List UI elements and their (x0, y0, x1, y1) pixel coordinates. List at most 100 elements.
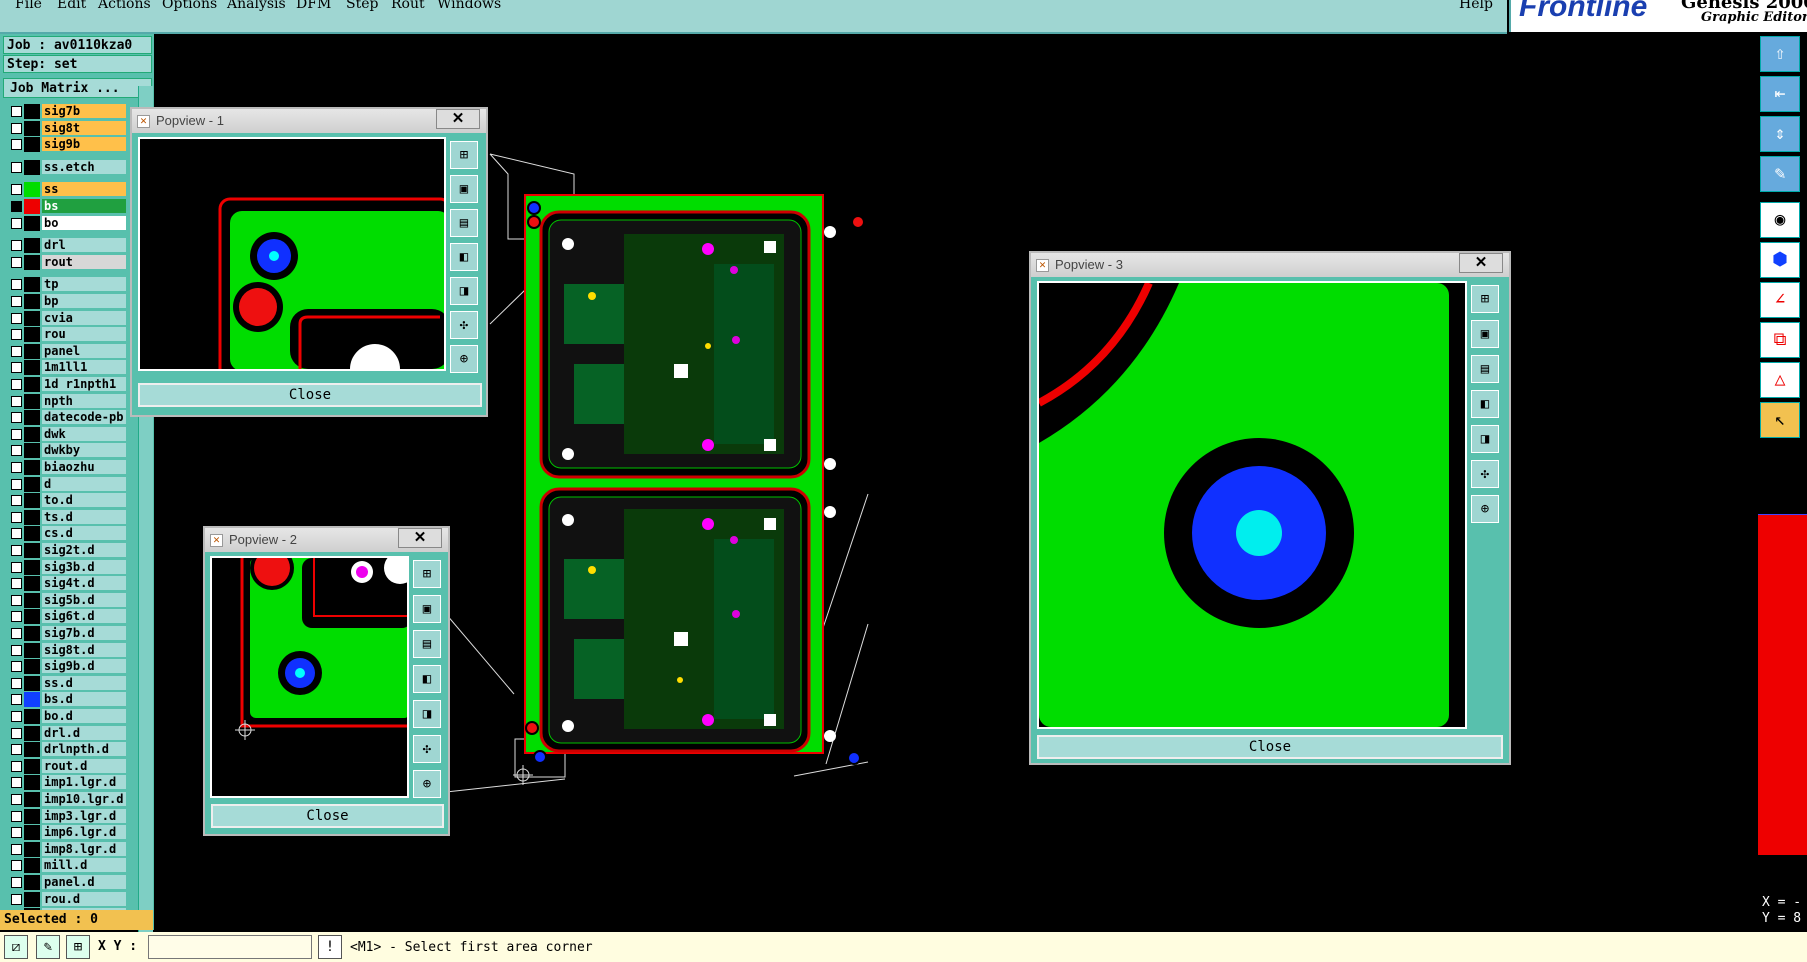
layer-checkbox[interactable] (11, 256, 22, 268)
import-icon[interactable]: ⇤ (1760, 76, 1800, 112)
layer-checkbox[interactable] (11, 594, 22, 606)
layer-checkbox[interactable] (11, 279, 22, 291)
layer-row[interactable]: bp (6, 294, 126, 309)
layer-color-swatch[interactable] (24, 393, 40, 409)
job-matrix-button[interactable]: Job Matrix ... (3, 78, 152, 98)
layer-name[interactable]: 1m1ll1 (42, 360, 126, 375)
layer-color-swatch[interactable] (24, 725, 40, 741)
layer-color-swatch[interactable] (24, 509, 40, 525)
layer-color-swatch[interactable] (24, 460, 40, 475)
zoom-in-icon[interactable]: ▣ (1471, 320, 1499, 348)
layer-checkbox[interactable] (11, 545, 22, 556)
layer-checkbox[interactable] (11, 217, 22, 229)
layer-color-swatch[interactable] (24, 277, 40, 293)
zoom-out-icon[interactable]: ▤ (413, 630, 441, 658)
layer-row[interactable]: cs.d (6, 526, 126, 542)
popview-1-close-icon[interactable]: ✕ (436, 109, 480, 129)
layer-checkbox[interactable] (11, 428, 22, 440)
layer-row[interactable]: sig4t.d (6, 576, 126, 592)
layer-checkbox[interactable] (11, 445, 22, 457)
layer-checkbox[interactable] (11, 893, 22, 905)
line-icon[interactable]: ∠ (1760, 282, 1800, 318)
popview-3-close-icon[interactable]: ✕ (1459, 253, 1503, 273)
fit-icon[interactable]: ✣ (1471, 460, 1499, 488)
zoom-out-icon[interactable]: ▤ (450, 209, 478, 237)
layer-checkbox[interactable] (11, 184, 22, 196)
layer-name[interactable]: ss.d (42, 675, 126, 690)
menu-rout[interactable]: Rout (391, 0, 425, 12)
layer-row[interactable]: imp8.lgr.d (6, 841, 126, 857)
layer-color-swatch[interactable] (24, 891, 40, 907)
layer-name[interactable]: sig9b (42, 137, 126, 152)
layer-row[interactable]: bs (6, 199, 126, 214)
popview-2-close-button[interactable]: Close (211, 804, 444, 828)
layer-color-swatch[interactable] (24, 182, 40, 198)
view-home-icon[interactable]: ⊞ (450, 141, 478, 169)
layer-name[interactable]: ss.etch (42, 159, 126, 174)
layer-name[interactable]: sig7b (42, 104, 126, 118)
layer-row[interactable]: sig3b.d (6, 559, 126, 575)
layer-row[interactable]: ss (6, 182, 126, 198)
layer-color-swatch[interactable] (24, 238, 40, 254)
layer-color-swatch[interactable] (24, 254, 40, 270)
layer-color-swatch[interactable] (24, 543, 40, 558)
layer-name[interactable]: dwkby (42, 443, 126, 458)
layer-name[interactable]: tp (42, 277, 126, 292)
layer-row[interactable]: dwkby (6, 443, 126, 459)
zoom-in-icon[interactable]: ▣ (413, 595, 441, 623)
layer-row[interactable]: rout.d (6, 758, 126, 774)
layer-color-swatch[interactable] (24, 675, 40, 691)
menu-actions[interactable]: Actions (98, 0, 151, 12)
layer-color-swatch[interactable] (24, 659, 40, 675)
pan-left-icon[interactable]: ◧ (450, 243, 478, 271)
layer-checkbox[interactable] (11, 611, 22, 623)
layer-name[interactable]: sig7b.d (42, 626, 126, 640)
layer-color-swatch[interactable] (24, 310, 40, 326)
layer-checkbox[interactable] (11, 760, 22, 772)
layer-name[interactable]: drl (42, 238, 126, 253)
layer-color-swatch[interactable] (24, 426, 40, 442)
menu-step[interactable]: Step (346, 0, 378, 12)
layer-checkbox[interactable] (11, 201, 22, 212)
layer-name[interactable]: cvia (42, 310, 126, 325)
layer-name[interactable]: bp (42, 294, 126, 308)
layer-row[interactable]: sig5b.d (6, 592, 126, 608)
layer-color-swatch[interactable] (24, 576, 40, 592)
layer-color-swatch[interactable] (24, 137, 40, 153)
layer-checkbox[interactable] (11, 727, 22, 739)
layer-color-swatch[interactable] (24, 626, 40, 641)
view-home-icon[interactable]: ⊞ (1471, 285, 1499, 313)
layer-name[interactable]: d (42, 476, 126, 491)
layer-row[interactable]: imp6.lgr.d (6, 825, 126, 841)
layer-color-swatch[interactable] (24, 104, 40, 119)
layer-name[interactable]: rou.d (42, 891, 126, 906)
layer-color-swatch[interactable] (24, 875, 40, 890)
layer-color-swatch[interactable] (24, 377, 40, 392)
layer-checkbox[interactable] (11, 462, 22, 473)
layer-name[interactable]: sig5b.d (42, 592, 126, 607)
layer-name[interactable]: ss (42, 182, 126, 197)
layer-name[interactable]: ts.d (42, 509, 126, 524)
layer-checkbox[interactable] (11, 694, 22, 706)
menu-analysis[interactable]: Analysis (227, 0, 286, 12)
triangle-icon[interactable]: △ (1760, 362, 1800, 398)
layer-color-swatch[interactable] (24, 559, 40, 575)
layer-name[interactable]: npth (42, 393, 126, 408)
layer-name[interactable]: sig6t.d (42, 609, 126, 624)
zoom-in-icon[interactable]: ▣ (450, 175, 478, 203)
layer-checkbox[interactable] (11, 711, 22, 722)
menu-dfm[interactable]: DFM (296, 0, 331, 12)
layer-row[interactable]: imp10.lgr.d (6, 792, 126, 807)
layer-row[interactable]: sig7b.d (6, 626, 126, 641)
xy-input[interactable] (148, 935, 312, 959)
layer-name[interactable]: to.d (42, 493, 126, 508)
layer-name[interactable]: panel.d (42, 875, 126, 889)
open-icon[interactable]: ⇧ (1760, 36, 1800, 72)
net-icon[interactable]: ⬢ (1760, 242, 1800, 278)
layer-row[interactable]: to.d (6, 493, 126, 509)
layer-checkbox[interactable] (11, 412, 22, 424)
layer-row[interactable]: ss.d (6, 675, 126, 691)
menu-edit[interactable]: Edit (57, 0, 86, 12)
layer-checkbox[interactable] (11, 395, 22, 407)
layer-row[interactable]: rou.d (6, 891, 126, 907)
